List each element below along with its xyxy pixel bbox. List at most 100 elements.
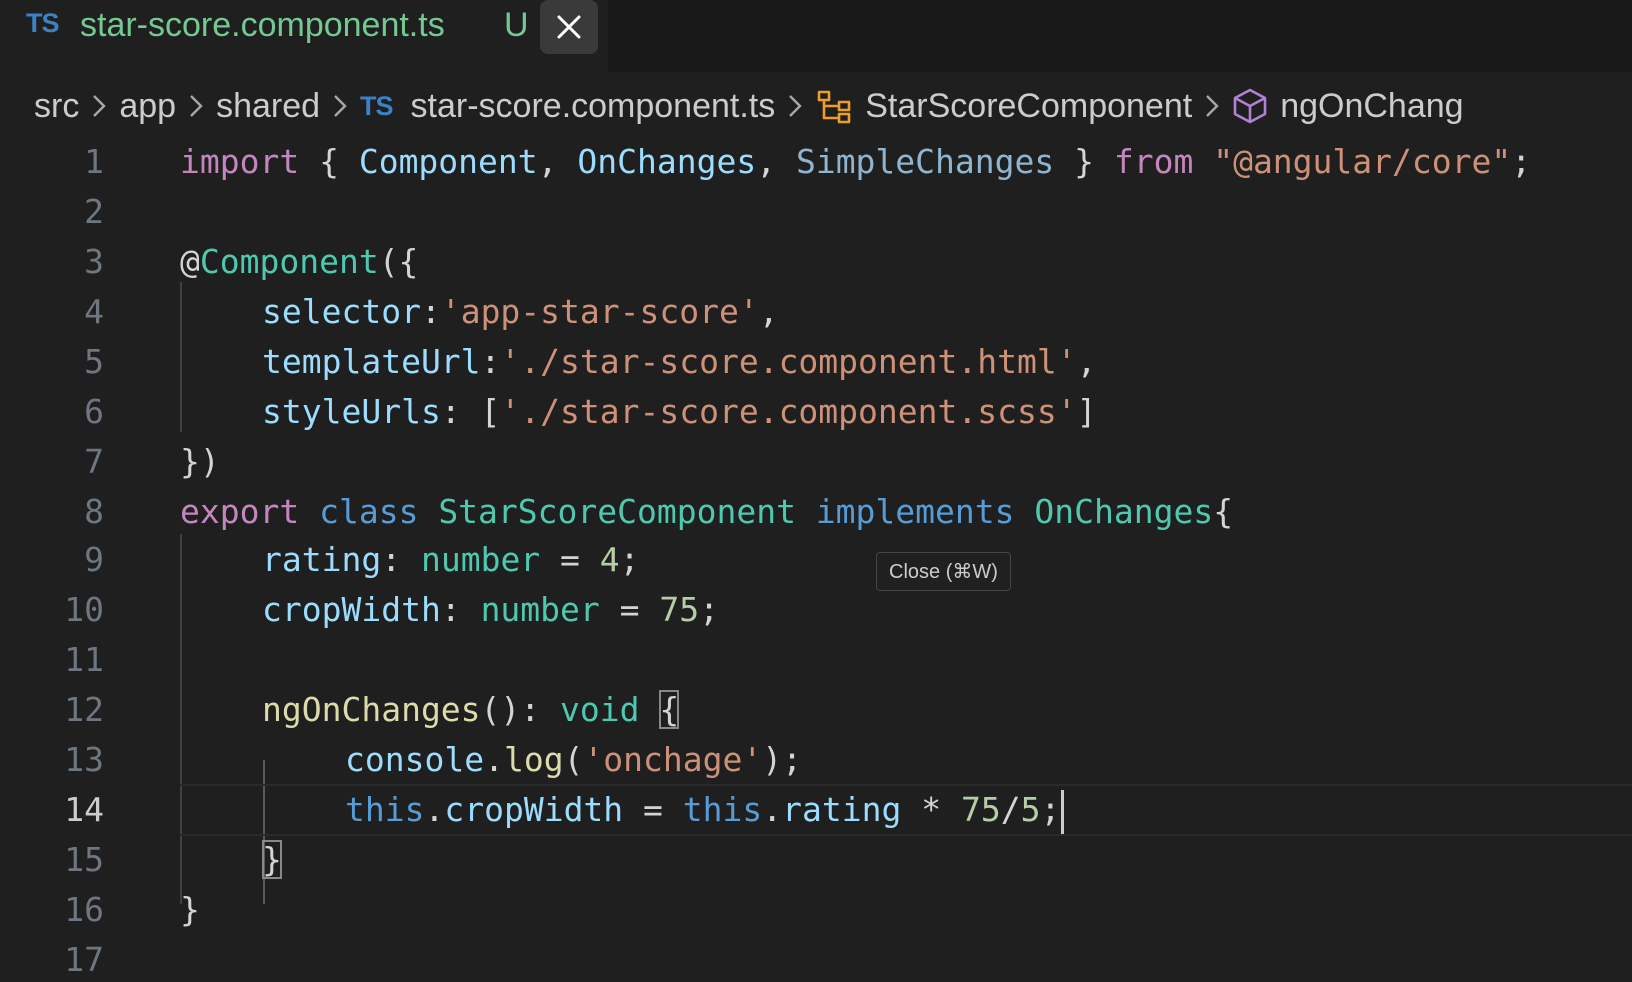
token-punctuation: : — [480, 342, 501, 381]
token-keyword: export — [180, 492, 300, 531]
tab-strip: TS star-score.component.ts U — [0, 0, 1632, 72]
line-number: 12 — [64, 690, 104, 729]
token-punctuation: ; — [1511, 142, 1532, 181]
tab-close-button[interactable] — [540, 0, 598, 54]
typescript-file-icon: TS — [360, 90, 394, 121]
code-text: } — [262, 834, 282, 886]
token-punctuation: } — [1054, 142, 1114, 181]
token-punctuation: }) — [180, 442, 220, 481]
tab-title: star-score.component.ts — [80, 6, 445, 44]
token-identifier: Component — [358, 142, 538, 181]
token-punctuation: , — [756, 142, 796, 181]
breadcrumb-shared[interactable]: shared — [216, 87, 320, 126]
line-number: 17 — [64, 940, 104, 979]
token-keyword: from — [1113, 142, 1194, 181]
code-text: }) — [180, 436, 220, 488]
code-text: import { Component, OnChanges, SimpleCha… — [180, 136, 1531, 188]
breadcrumb-class[interactable]: StarScoreComponent — [865, 87, 1192, 126]
token-punctuation: ; — [1040, 790, 1061, 829]
token-number: 5 — [1020, 790, 1041, 829]
line-number: 2 — [84, 192, 104, 231]
code-line-8: 8 export class StarScoreComponent implem… — [0, 486, 1632, 538]
text-cursor — [1061, 789, 1065, 834]
token-number: 75 — [659, 590, 700, 629]
token-property: styleUrls — [262, 392, 441, 431]
line-number: 1 — [84, 142, 104, 181]
token-property: selector — [262, 292, 421, 331]
token-property: templateUrl — [262, 342, 481, 381]
token-property: rating — [782, 790, 902, 829]
token-operator: / — [1000, 790, 1021, 829]
tab-star-score-component[interactable]: TS star-score.component.ts U — [0, 0, 608, 72]
chevron-right-icon — [1204, 93, 1220, 119]
token-punctuation: ( — [563, 740, 584, 779]
token-string: 'app-star-score' — [440, 292, 759, 331]
token-variable: console — [345, 740, 485, 779]
breadcrumb-src[interactable]: src — [34, 87, 79, 126]
code-text: console.log('onchage'); — [345, 734, 802, 786]
code-line-1: 1 import { Component, OnChanges, SimpleC… — [0, 136, 1632, 188]
token-punctuation: : — [440, 590, 481, 629]
matching-bracket: } — [262, 840, 282, 879]
line-number-active: 14 — [64, 790, 104, 829]
token-decorator: @ — [180, 242, 200, 281]
token-operator: = — [623, 790, 683, 829]
chevron-right-icon — [91, 93, 107, 119]
chevron-right-icon — [787, 93, 803, 119]
token-this: this — [345, 790, 425, 829]
code-line-14: 14 this.cropWidth = this.rating * 75/5; — [0, 784, 1632, 836]
code-text: templateUrl:'./star-score.component.html… — [262, 336, 1096, 388]
token-punctuation: (): — [480, 690, 561, 729]
breadcrumb-method[interactable]: ngOnChang — [1280, 87, 1463, 126]
token-punctuation: , — [758, 292, 779, 331]
token-number: 4 — [599, 540, 620, 579]
close-icon — [557, 15, 581, 39]
code-text: } — [180, 884, 200, 936]
code-line-7: 7 }) — [0, 436, 1632, 488]
token-punctuation: { — [299, 142, 359, 181]
matching-bracket: { — [659, 690, 680, 729]
token-punctuation: , — [537, 142, 578, 181]
line-number: 3 — [84, 242, 104, 281]
code-line-16: 16 } — [0, 884, 1632, 936]
token-function: ngOnChanges — [262, 690, 481, 729]
line-number: 8 — [84, 492, 104, 531]
symbol-method-icon — [1232, 87, 1268, 125]
token-type: Component — [199, 242, 379, 281]
line-number: 15 — [64, 840, 104, 879]
breadcrumb: src app shared TS star-score.component.t… — [34, 82, 1464, 130]
token-identifier: OnChanges — [577, 142, 757, 181]
token-punctuation: { — [1213, 492, 1234, 531]
line-number: 5 — [84, 342, 104, 381]
token-string: 'onchage' — [583, 740, 763, 779]
token-this: this — [682, 790, 763, 829]
token-storage: implements — [815, 492, 1015, 531]
token-operator: * — [901, 790, 961, 829]
token-punctuation: ; — [699, 590, 720, 629]
tab-untracked-badge: U — [504, 6, 529, 44]
code-line-6: 6 styleUrls: ['./star-score.component.sc… — [0, 386, 1632, 438]
code-line-13: 13 console.log('onchage'); — [0, 734, 1632, 786]
token-type: OnChanges — [1034, 492, 1214, 531]
breadcrumb-file[interactable]: star-score.component.ts — [411, 87, 776, 126]
code-text: @Component({ — [180, 236, 418, 288]
token-keyword: import — [180, 142, 300, 181]
editor-window: TS star-score.component.ts U src app sha… — [0, 0, 1632, 982]
line-number: 4 — [84, 292, 104, 331]
code-text: styleUrls: ['./star-score.component.scss… — [262, 386, 1096, 438]
token-function: log — [503, 740, 564, 779]
line-number: 7 — [84, 442, 104, 481]
code-editor[interactable]: 1 import { Component, OnChanges, SimpleC… — [0, 136, 1632, 982]
code-text: rating: number = 4; — [262, 534, 640, 586]
token-punctuation: : — [381, 540, 421, 579]
breadcrumb-app[interactable]: app — [119, 87, 176, 126]
code-line-10: 10 cropWidth: number = 75; — [0, 584, 1632, 636]
code-line-12: 12 ngOnChanges(): void { — [0, 684, 1632, 736]
code-line-5: 5 templateUrl:'./star-score.component.ht… — [0, 336, 1632, 388]
token-punctuation: ); — [762, 740, 802, 779]
line-number: 16 — [64, 890, 104, 929]
